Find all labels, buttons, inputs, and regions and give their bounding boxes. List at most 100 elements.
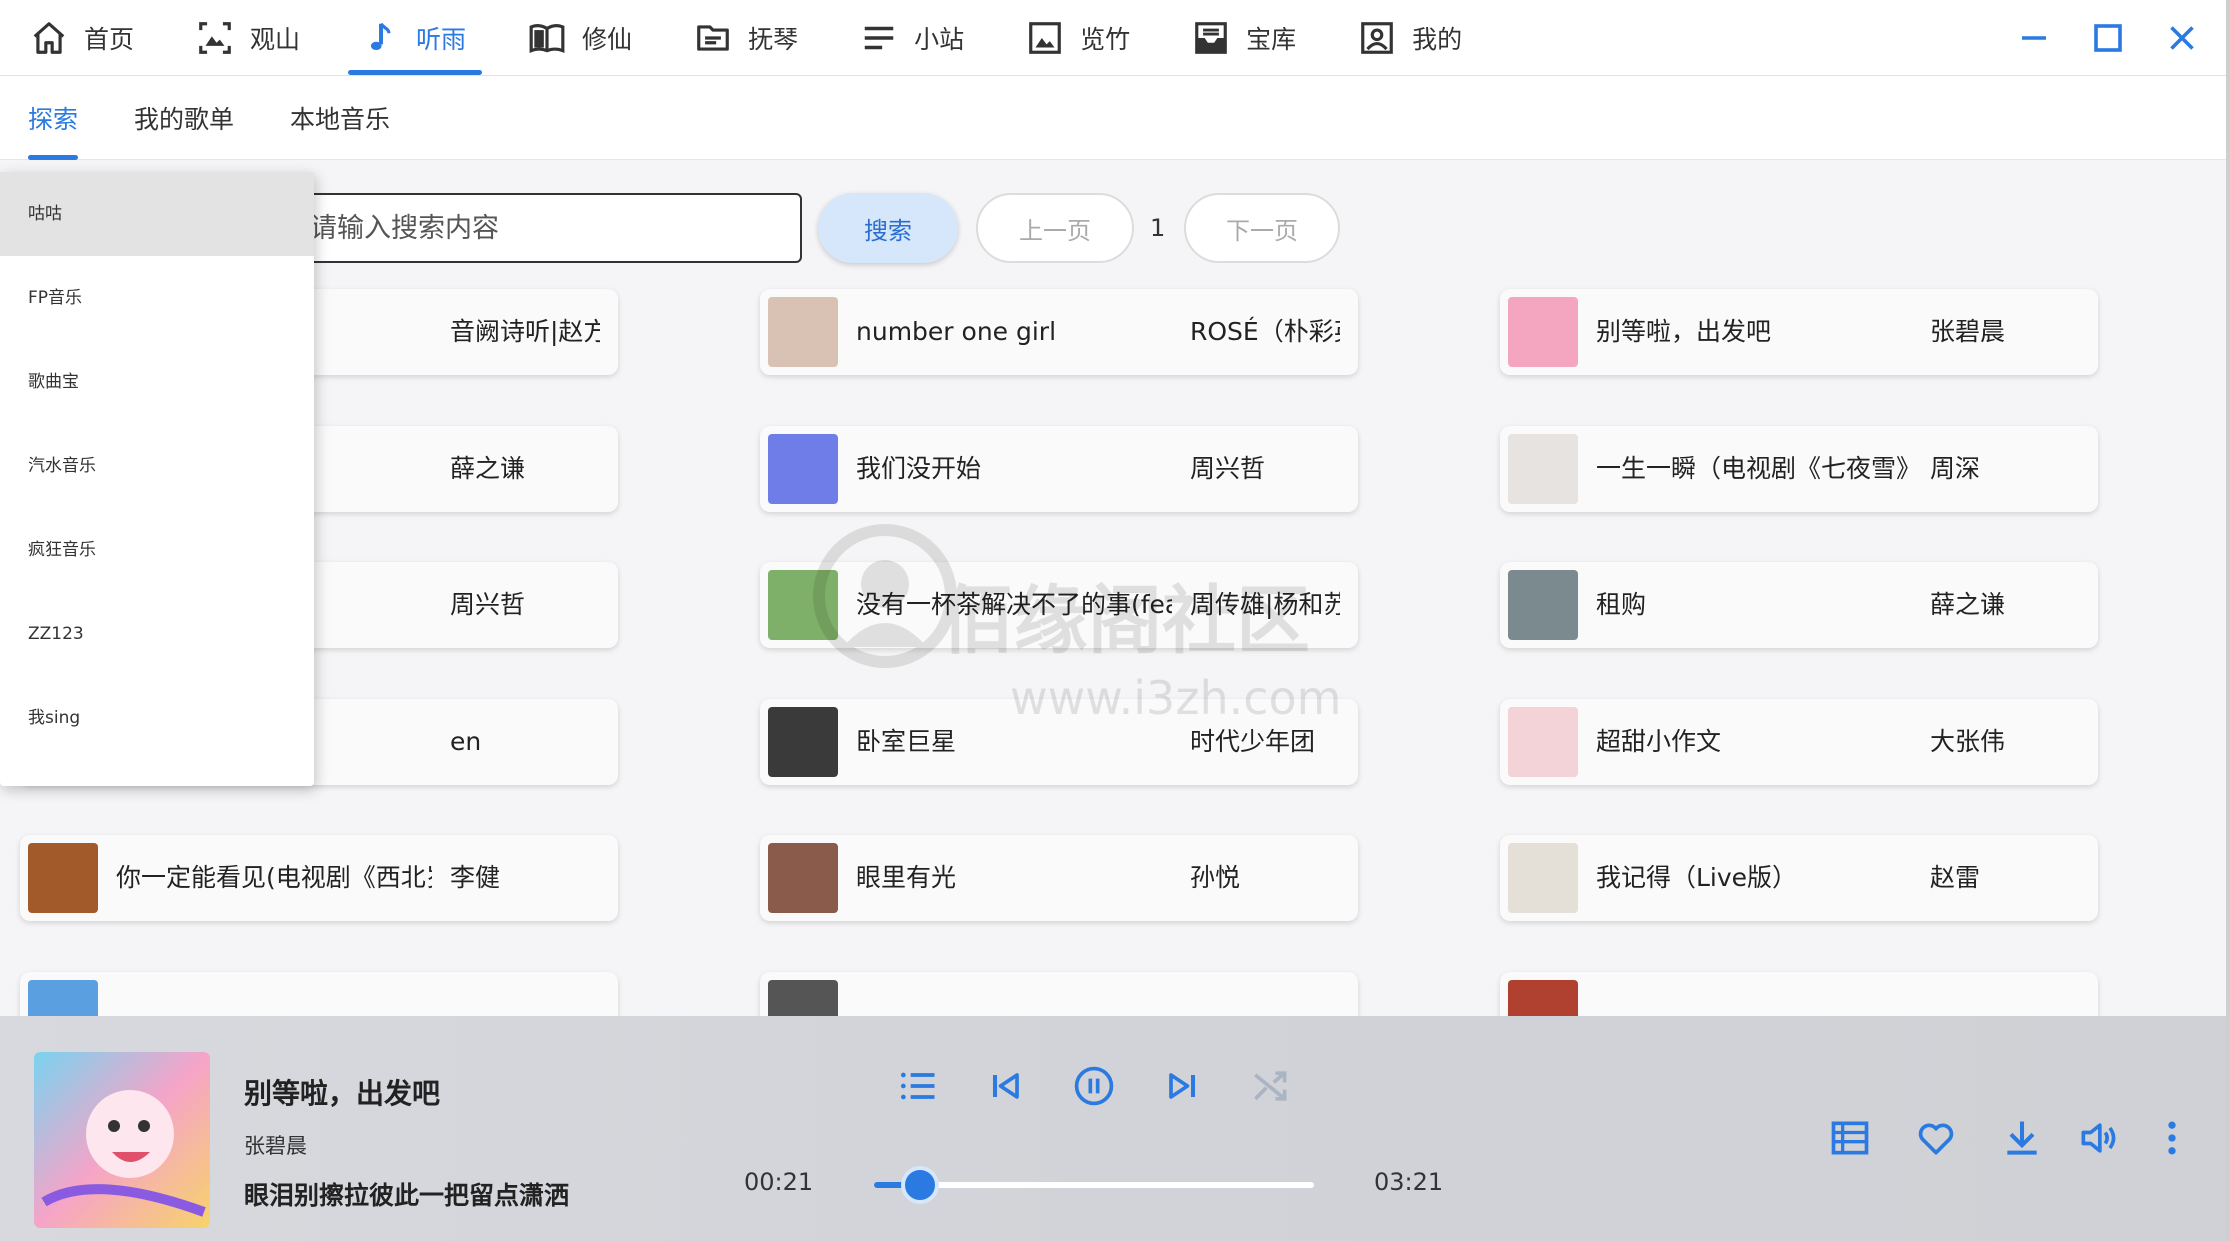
song-artist: 周兴哲 xyxy=(1190,454,1266,483)
song-title xyxy=(1596,972,1912,1016)
explore-content: 搜索 上一页 1 下一页 音阙诗听|赵方婧 number one girl ROSÉ… xyxy=(0,161,2226,1016)
song-cover xyxy=(1508,843,1578,913)
queue-list-icon xyxy=(1831,1121,1869,1155)
progress-slider[interactable] xyxy=(874,1166,1314,1204)
song-title: 一生一瞬（电视剧《七夜雪》 xyxy=(1596,454,1912,483)
lyrics-list-button[interactable] xyxy=(1828,1116,1872,1160)
book-icon xyxy=(529,23,565,53)
song-artist xyxy=(1930,972,2080,1016)
next-page-button[interactable]: 下一页 xyxy=(1184,193,1340,263)
song-card[interactable]: 眼里有光 孙悦 xyxy=(760,835,1358,921)
song-title xyxy=(116,972,432,1016)
song-title xyxy=(856,972,1172,1016)
nav-item-xiaozhan[interactable]: 小站 xyxy=(860,0,996,75)
search-input[interactable] xyxy=(296,193,802,263)
top-navigation-bar: 首页 观山 听雨 修仙 抚琴 小站 览竹 宝库 我的 xyxy=(0,0,2230,76)
nav-item-xiuxian[interactable]: 修仙 xyxy=(528,0,664,75)
window-edge xyxy=(2226,0,2230,1241)
song-cover xyxy=(768,843,838,913)
song-cover xyxy=(1508,570,1578,640)
source-menu-item[interactable]: 咕咕 xyxy=(0,172,314,256)
source-dropdown-menu: 咕咕 FP音乐 歌曲宝 汽水音乐 疯狂音乐 ZZ123 我sing xyxy=(0,172,314,786)
song-title: 眼里有光 xyxy=(856,863,957,892)
song-card[interactable]: 没有一杯茶解决不了的事(feat. 周传雄|杨和苏 xyxy=(760,562,1358,648)
tab-explore[interactable]: 探索 xyxy=(28,76,79,160)
nav-item-tingyu[interactable]: 听雨 xyxy=(348,0,498,75)
song-cover xyxy=(28,980,98,1016)
close-icon[interactable] xyxy=(2164,20,2200,56)
song-card[interactable]: 我记得（Live版） 赵雷 xyxy=(1500,835,2098,921)
nav-item-guanshan[interactable]: 观山 xyxy=(196,0,332,75)
song-cover xyxy=(768,297,838,367)
progress-thumb[interactable] xyxy=(901,1166,940,1204)
song-artist: 薛之谦 xyxy=(450,454,526,483)
now-playing-lyric: 眼泪别擦拉彼此一把留点潇洒 xyxy=(244,1181,570,1210)
song-cover xyxy=(1508,980,1578,1016)
song-card[interactable] xyxy=(1500,972,2098,1016)
song-card[interactable]: 卧室巨星 时代少年团 xyxy=(760,699,1358,785)
shuffle-button[interactable] xyxy=(1248,1064,1292,1108)
song-artist: 张碧晨 xyxy=(1930,317,2006,346)
heart-icon xyxy=(1918,1123,1954,1155)
search-button[interactable]: 搜索 xyxy=(818,193,958,263)
now-playing-cover[interactable] xyxy=(34,1052,210,1228)
previous-track-button[interactable] xyxy=(984,1064,1028,1108)
minimize-icon[interactable] xyxy=(2016,20,2052,56)
nav-item-wode[interactable]: 我的 xyxy=(1358,0,1494,75)
download-button[interactable] xyxy=(2000,1116,2044,1160)
home-icon xyxy=(33,21,65,54)
main-nav: 首页 观山 听雨 修仙 抚琴 小站 览竹 宝库 我的 xyxy=(0,0,1524,75)
source-menu-item[interactable]: 汽水音乐 xyxy=(0,424,314,508)
list-icon xyxy=(864,26,894,49)
song-artist: 周传雄|杨和苏 xyxy=(1190,590,1340,619)
pause-button[interactable] xyxy=(1072,1064,1116,1108)
song-card[interactable]: 你一定能看见(电视剧《西北岁月》李健 xyxy=(20,835,618,921)
song-card[interactable]: 别等啦，出发吧 张碧晨 xyxy=(1500,289,2098,375)
song-cover xyxy=(1508,297,1578,367)
prev-page-button[interactable]: 上一页 xyxy=(976,193,1134,263)
tab-my-playlists[interactable]: 我的歌单 xyxy=(134,76,234,160)
song-artist: 时代少年团 xyxy=(1190,727,1316,756)
song-artist: 大张伟 xyxy=(1930,727,2006,756)
volume-button[interactable] xyxy=(2076,1116,2120,1160)
download-icon xyxy=(2007,1121,2037,1155)
song-card[interactable] xyxy=(760,972,1358,1016)
source-menu-item[interactable]: ZZ123 xyxy=(0,592,314,676)
window-controls xyxy=(2016,0,2220,76)
song-card[interactable] xyxy=(20,972,618,1016)
more-options-button[interactable] xyxy=(2150,1116,2194,1160)
source-menu-item[interactable]: 疯狂音乐 xyxy=(0,508,314,592)
nav-item-fuqin[interactable]: 抚琴 xyxy=(694,0,830,75)
account-icon xyxy=(1361,21,1393,54)
song-card[interactable]: 一生一瞬（电视剧《七夜雪》 周深 xyxy=(1500,426,2098,512)
song-artist: 周深 xyxy=(1930,454,1981,483)
nav-item-lanzhu[interactable]: 览竹 xyxy=(1026,0,1162,75)
nav-item-baoku[interactable]: 宝库 xyxy=(1192,0,1328,75)
song-card[interactable]: 我们没开始 周兴哲 xyxy=(760,426,1358,512)
song-cover xyxy=(1508,434,1578,504)
tab-local-music[interactable]: 本地音乐 xyxy=(290,76,390,160)
source-menu-item[interactable]: 歌曲宝 xyxy=(0,340,314,424)
song-card[interactable]: 超甜小作文 大张伟 xyxy=(1500,699,2098,785)
source-menu-item[interactable]: FP音乐 xyxy=(0,256,314,340)
playlist-button[interactable] xyxy=(896,1064,940,1108)
song-title: 卧室巨星 xyxy=(856,727,957,756)
source-menu-item[interactable]: 我sing xyxy=(0,676,314,760)
song-cover xyxy=(28,843,98,913)
maximize-icon[interactable] xyxy=(2090,20,2126,56)
song-title: 你一定能看见(电视剧《西北岁月》 xyxy=(116,863,432,892)
music-note-icon xyxy=(370,22,391,50)
image-icon xyxy=(1029,21,1061,54)
next-track-button[interactable] xyxy=(1160,1064,1204,1108)
nav-item-home[interactable]: 首页 xyxy=(30,0,166,75)
song-title: 别等啦，出发吧 xyxy=(1596,317,1772,346)
song-card[interactable]: 租购 薛之谦 xyxy=(1500,562,2098,648)
song-cover xyxy=(768,434,838,504)
song-artist: 薛之谦 xyxy=(1930,590,2006,619)
song-card[interactable]: number one girl ROSÉ（朴彩英） xyxy=(760,289,1358,375)
landscape-icon xyxy=(199,21,231,54)
song-title: 超甜小作文 xyxy=(1596,727,1722,756)
skip-next-icon xyxy=(1169,1073,1196,1099)
favorite-button[interactable] xyxy=(1914,1116,1958,1160)
song-title: 我们没开始 xyxy=(856,454,982,483)
